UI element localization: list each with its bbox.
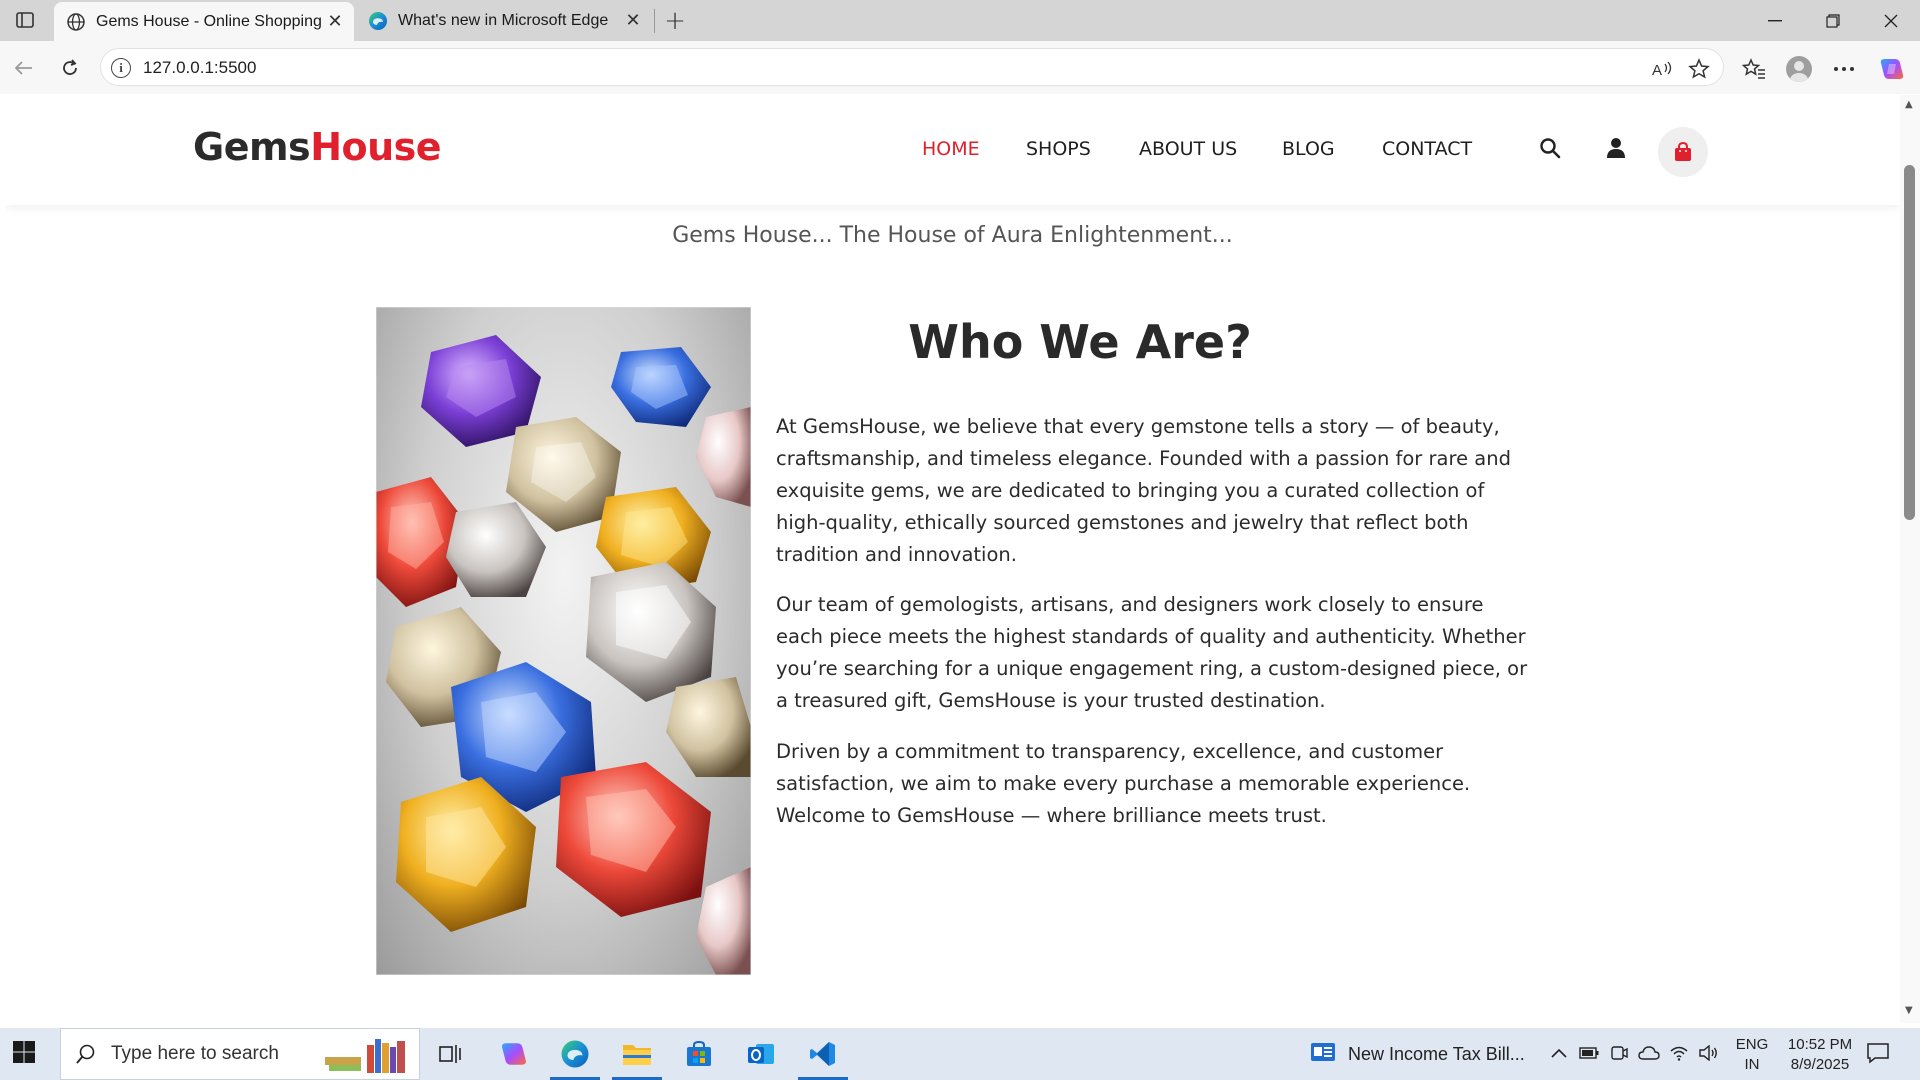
windows-taskbar: Type here to search New Income Tax Bill.… (0, 1028, 1920, 1080)
battery-icon[interactable] (1578, 1042, 1600, 1064)
gem-clear-big (586, 562, 716, 702)
clock[interactable]: 10:52 PM 8/9/2025 (1775, 1035, 1865, 1075)
close-tab-icon[interactable]: ✕ (620, 8, 646, 34)
edge-icon (368, 11, 388, 31)
gem-blue-top (611, 347, 711, 427)
site-header: GemsHouse HOME SHOPS ABOUT US BLOG CONTA… (5, 95, 1900, 205)
close-tab-icon[interactable]: ✕ (322, 9, 348, 35)
site-info-icon[interactable]: i (111, 58, 131, 78)
nav-home[interactable]: HOME (922, 138, 980, 160)
logo-text-gems: Gems (193, 125, 311, 169)
page-viewport: GemsHouse HOME SHOPS ABOUT US BLOG CONTA… (5, 95, 1900, 1023)
clock-time: 10:52 PM (1787, 1036, 1853, 1053)
new-tab-icon[interactable]: + (660, 6, 690, 36)
copilot-taskbar-icon[interactable] (489, 1034, 539, 1074)
nav-about-us[interactable]: ABOUT US (1139, 138, 1237, 160)
favorites-icon[interactable] (1738, 53, 1770, 85)
address-bar[interactable]: i 127.0.0.1:5500 A (100, 48, 1724, 86)
browser-toolbar: i 127.0.0.1:5500 A (0, 41, 1920, 94)
nav-shops[interactable]: SHOPS (1026, 138, 1091, 160)
page-scrollbar[interactable]: ▲ ▼ (1900, 95, 1920, 1023)
scrollbar-thumb[interactable] (1904, 165, 1915, 520)
news-widget[interactable]: New Income Tax Bill... (1310, 1038, 1525, 1070)
svg-text:A: A (1652, 62, 1662, 78)
gem-champagne-right (666, 677, 751, 777)
nav-blog[interactable]: BLOG (1282, 138, 1335, 160)
globe-icon (66, 12, 86, 32)
tab-actions-icon[interactable] (10, 8, 40, 32)
back-icon[interactable] (7, 51, 41, 85)
tab-edge-whats-new[interactable]: What's new in Microsoft Edge ✕ (356, 0, 652, 41)
restore-icon[interactable] (1804, 0, 1862, 41)
taskbar-search-box[interactable]: Type here to search (60, 1028, 420, 1080)
copilot-icon[interactable] (1876, 53, 1908, 85)
about-paragraph: Our team of gemologists, artisans, and d… (776, 593, 1528, 712)
edge-taskbar-icon[interactable] (550, 1034, 600, 1080)
task-view-icon[interactable] (425, 1034, 475, 1074)
logo-text-house: House (310, 125, 442, 169)
about-paragraph: At GemsHouse, we believe that every gems… (776, 415, 1511, 566)
nav-contact[interactable]: CONTACT (1382, 138, 1472, 160)
search-icon (75, 1043, 97, 1069)
vscode-icon[interactable] (798, 1034, 848, 1080)
scroll-down-icon[interactable]: ▼ (1905, 1005, 1913, 1016)
news-headline: New Income Tax Bill... (1348, 1043, 1525, 1064)
about-paragraph: Driven by a commitment to transparency, … (776, 740, 1471, 827)
search-placeholder: Type here to search (111, 1043, 279, 1064)
gem-pale-bottom-right (696, 867, 751, 975)
notifications-icon[interactable] (1866, 1042, 1892, 1066)
gem-pale-left (446, 502, 546, 597)
microsoft-store-icon[interactable] (674, 1034, 724, 1074)
books-icon (323, 1035, 417, 1079)
clock-date: 8/9/2025 (1790, 1056, 1850, 1073)
meet-now-icon[interactable] (1608, 1042, 1630, 1064)
language-code: ENG (1735, 1036, 1769, 1053)
profile-avatar-icon[interactable] (1783, 53, 1815, 85)
url-text: 127.0.0.1:5500 (143, 58, 257, 77)
tab-separator (654, 9, 655, 33)
read-aloud-icon[interactable]: A (1651, 57, 1675, 81)
search-icon[interactable] (1533, 131, 1567, 165)
tab-title: Gems House - Online Shopping W (96, 12, 322, 30)
news-icon (1310, 1041, 1336, 1068)
outlook-icon[interactable] (736, 1034, 786, 1074)
close-window-icon[interactable] (1862, 0, 1920, 41)
about-heading: Who We Are? (908, 315, 1252, 369)
gem-red-bottom (556, 762, 711, 917)
tab-gems-house[interactable]: Gems House - Online Shopping W ✕ (54, 2, 354, 41)
chevron-up-icon[interactable] (1548, 1042, 1570, 1064)
site-tagline: Gems House... The House of Aura Enlighte… (672, 223, 1233, 248)
user-account-icon[interactable] (1599, 131, 1633, 165)
shopping-bag-icon[interactable] (1658, 127, 1708, 177)
onedrive-cloud-icon[interactable] (1638, 1042, 1660, 1064)
gemstones-image (376, 307, 751, 975)
windows-start-icon[interactable] (12, 1040, 40, 1068)
favorite-star-icon[interactable] (1687, 57, 1711, 81)
gem-pink-edge (696, 407, 751, 507)
wifi-icon[interactable] (1668, 1042, 1690, 1064)
region-code: IN (1744, 1056, 1760, 1073)
minimize-icon[interactable] (1746, 0, 1804, 41)
file-explorer-icon[interactable] (612, 1034, 662, 1080)
more-options-icon[interactable] (1828, 53, 1860, 85)
volume-icon[interactable] (1698, 1042, 1720, 1064)
site-logo[interactable]: GemsHouse (193, 125, 442, 169)
scroll-up-icon[interactable]: ▲ (1905, 99, 1913, 110)
browser-tab-bar: Gems House - Online Shopping W ✕ What's … (0, 0, 1920, 41)
language-indicator[interactable]: ENG IN (1734, 1035, 1770, 1075)
refresh-icon[interactable] (53, 51, 87, 85)
tab-title: What's new in Microsoft Edge (398, 11, 609, 29)
